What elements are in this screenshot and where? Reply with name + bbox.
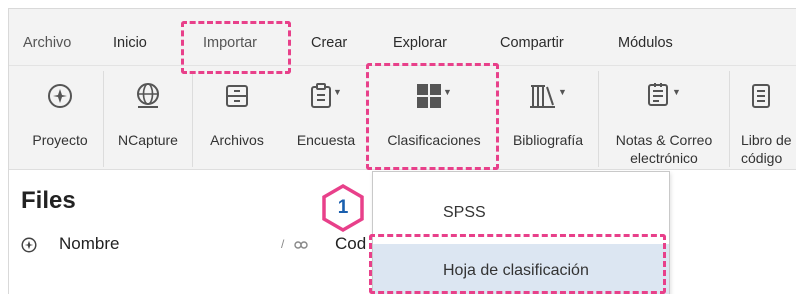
bibliography-icon bbox=[530, 85, 556, 108]
classifications-icon bbox=[417, 84, 442, 108]
notes-email-label: Notas & Correo electrónico bbox=[600, 131, 728, 167]
tab-explorar[interactable]: Explorar bbox=[393, 35, 447, 51]
project-button[interactable]: Proyecto bbox=[19, 69, 101, 169]
globe-icon bbox=[137, 83, 159, 108]
menu-item-classification-sheet-label: Hoja de clasificación bbox=[443, 262, 589, 279]
tab-modulos[interactable]: Módulos bbox=[618, 35, 673, 51]
notes-email-label-line2: electrónico bbox=[630, 150, 698, 166]
page-title: Files bbox=[21, 187, 76, 214]
codebook-icon bbox=[752, 84, 770, 108]
project-icon bbox=[48, 84, 72, 108]
classifications-label: Clasificaciones bbox=[387, 132, 481, 148]
project-icon bbox=[21, 237, 37, 253]
codebook-label-line2: código bbox=[741, 150, 783, 166]
chevron-down-icon: ▼ bbox=[672, 87, 681, 97]
link-icon bbox=[294, 241, 308, 249]
codebook-label-line1: Libro de bbox=[741, 132, 792, 148]
tab-inicio[interactable]: Inicio bbox=[113, 35, 147, 51]
notes-email-icon bbox=[648, 83, 669, 106]
survey-label: Encuesta bbox=[296, 132, 356, 148]
step-number: 1 bbox=[337, 197, 349, 218]
menu-item-classification-sheet[interactable]: Hoja de clasificación bbox=[373, 244, 669, 294]
separator bbox=[598, 71, 599, 167]
ncapture-label: NCapture bbox=[118, 132, 178, 148]
column-header-name[interactable]: Nombre bbox=[59, 234, 119, 254]
column-header-code[interactable]: Cod bbox=[335, 234, 366, 254]
bibliography-button[interactable]: ▼ Bibliografía bbox=[499, 69, 597, 169]
menu-item-spss[interactable]: SPSS bbox=[373, 186, 669, 242]
classifications-button[interactable]: ▼ Clasificaciones bbox=[371, 69, 497, 169]
notes-email-button[interactable]: ▼ Notas & Correo electrónico bbox=[600, 69, 728, 169]
ribbon: Archivo Inicio Importar Crear Explorar C… bbox=[9, 9, 796, 170]
ribbon-divider bbox=[9, 65, 796, 66]
bibliography-label: Bibliografía bbox=[512, 132, 584, 148]
files-label: Archivos bbox=[210, 132, 264, 148]
files-icon bbox=[226, 85, 248, 107]
survey-button[interactable]: ▼ Encuesta bbox=[283, 69, 369, 169]
tab-compartir[interactable]: Compartir bbox=[500, 35, 564, 51]
sort-indicator: / bbox=[281, 237, 285, 251]
chevron-down-icon: ▼ bbox=[333, 87, 342, 97]
separator bbox=[192, 71, 193, 167]
files-button[interactable]: Archivos bbox=[194, 69, 280, 169]
separator bbox=[729, 71, 730, 167]
menu-item-spss-label: SPSS bbox=[443, 204, 486, 221]
notes-email-label-line1: Notas & Correo bbox=[615, 132, 713, 148]
tab-crear[interactable]: Crear bbox=[311, 35, 347, 51]
codebook-button[interactable]: Libro de código bbox=[731, 69, 796, 169]
ncapture-button[interactable]: NCapture bbox=[105, 69, 191, 169]
step-badge: 1 bbox=[318, 183, 368, 233]
chevron-down-icon: ▼ bbox=[443, 87, 452, 97]
survey-icon bbox=[311, 83, 332, 108]
chevron-down-icon: ▼ bbox=[558, 87, 567, 97]
tab-archivo[interactable]: Archivo bbox=[23, 35, 71, 51]
tab-importar[interactable]: Importar bbox=[203, 35, 257, 51]
classifications-dropdown-menu: SPSS Hoja de clasificación bbox=[372, 171, 670, 294]
codebook-label: Libro de código bbox=[731, 131, 796, 167]
app-window: Archivo Inicio Importar Crear Explorar C… bbox=[8, 8, 796, 294]
separator bbox=[103, 71, 104, 167]
project-label: Proyecto bbox=[32, 132, 88, 148]
